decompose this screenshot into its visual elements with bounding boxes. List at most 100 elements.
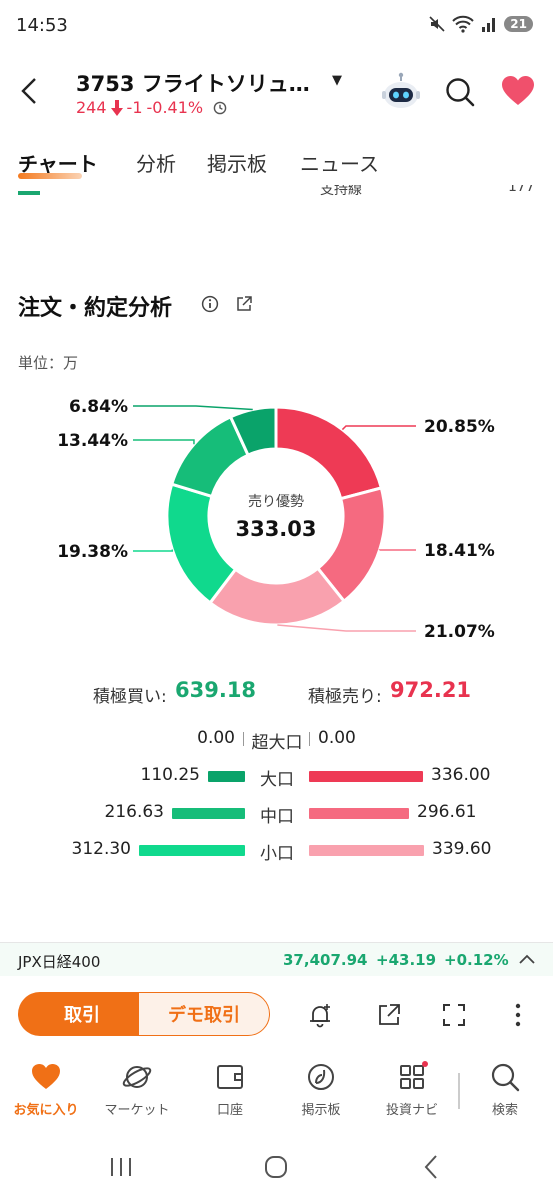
donut-center-label: 売り優勢 <box>248 494 304 510</box>
chevron-left-icon <box>424 1155 437 1179</box>
order-flow-donut-chart: 20.85% 18.41% 21.07% 19.38% 13.44% 6.84% 売り優勢 3… <box>57 397 495 642</box>
flow-zero-tick <box>243 732 244 746</box>
home-button[interactable] <box>259 1152 293 1182</box>
nav-favorites[interactable]: お気に入り <box>0 1061 92 1118</box>
more-vertical-icon <box>515 1003 521 1027</box>
share-icon <box>379 1004 400 1025</box>
grid-icon <box>400 1061 428 1089</box>
index-value: 37,407.94 <box>283 951 368 969</box>
flow-sell-bar <box>309 808 409 819</box>
more-menu-button[interactable] <box>503 1000 533 1030</box>
heart-icon <box>32 1064 60 1089</box>
donut-leader-line <box>341 425 416 431</box>
index-ticker[interactable]: JPX日経400 37,407.94 +43.19 +0.12% <box>0 942 553 976</box>
nav-label: マーケット <box>104 1103 170 1118</box>
donut-slice-label: 21.07% <box>424 622 495 642</box>
donut-slice-sell-0 <box>274 405 384 501</box>
stock-change: -1 <box>126 98 143 117</box>
price-alert-button[interactable] <box>305 1000 335 1030</box>
flow-sell-value: 296.61 <box>417 802 477 822</box>
index-name: JPX日経400 <box>18 953 101 971</box>
favorite-button[interactable] <box>500 74 536 108</box>
flow-size-label: 小口 <box>260 844 294 864</box>
aggressive-summary: 積極買い: 639.18 積極売り: 972.21 <box>0 677 553 709</box>
flow-row: 312.30 小口 339.60 <box>0 836 553 864</box>
aggressive-buy-label: 積極買い: <box>93 687 167 707</box>
search-button[interactable] <box>443 75 477 109</box>
flow-sell-value: 336.00 <box>431 765 491 785</box>
caret-down-icon[interactable]: ▼ <box>332 73 342 88</box>
support-line-label: 支持線 <box>320 185 362 198</box>
chevron-up-icon[interactable] <box>517 950 537 970</box>
flow-row: 216.63 中口 296.61 <box>0 799 553 827</box>
wifi-icon <box>452 15 475 33</box>
share-button[interactable] <box>374 1000 404 1030</box>
flow-buy-value: 0.00 <box>197 728 235 748</box>
flow-buy-value: 110.25 <box>140 765 200 785</box>
search-icon <box>491 1063 520 1092</box>
flow-row: 0.00 超大口 0.00 <box>0 725 553 753</box>
support-line-value: 177 <box>508 185 535 195</box>
battery-icon: 21 <box>504 16 533 32</box>
status-time: 14:53 <box>16 15 68 36</box>
system-back-button[interactable] <box>414 1152 448 1182</box>
mute-icon <box>429 16 445 32</box>
donut-slice-label: 6.84% <box>69 397 128 417</box>
demo-trade-button[interactable]: デモ取引 <box>138 992 270 1036</box>
chevron-left-icon <box>21 78 36 104</box>
arrow-down-icon <box>110 99 123 116</box>
planet-icon <box>122 1066 152 1088</box>
nav-label: 掲示板 <box>301 1103 341 1118</box>
flow-sell-value: 339.60 <box>432 839 492 859</box>
flow-buy-value: 312.30 <box>71 839 131 859</box>
ai-assistant-robot-icon[interactable] <box>381 72 421 112</box>
back-button[interactable] <box>14 74 44 108</box>
tab-analysis[interactable]: 分析 <box>136 148 176 177</box>
unit-label: 単位：万 <box>18 354 79 372</box>
home-icon <box>265 1156 287 1178</box>
flow-size-label: 大口 <box>260 770 294 790</box>
flow-buy-bar <box>172 808 245 819</box>
heart-icon <box>502 76 534 105</box>
signal-icon <box>482 18 496 32</box>
stock-title[interactable]: 3753 フライトソリュ… <box>76 68 310 98</box>
recent-apps-button[interactable] <box>104 1152 138 1182</box>
stock-price: 244 <box>76 98 107 117</box>
nav-label: 口座 <box>216 1103 243 1118</box>
donut-center-value: 333.03 <box>235 517 316 541</box>
status-icons: 21 <box>428 15 533 33</box>
donut-leader-line <box>133 439 195 445</box>
donut-slice-label: 18.41% <box>424 541 495 561</box>
tab-news[interactable]: ニュース <box>300 148 379 177</box>
donut-slice-label: 13.44% <box>57 431 128 451</box>
tab-board[interactable]: 掲示板 <box>207 148 267 177</box>
nav-label: お気に入り <box>13 1103 79 1118</box>
nav-search[interactable]: 検索 <box>459 1061 551 1118</box>
section-tabs: チャート 分析 掲示板 ニュース <box>0 140 553 190</box>
donut-leader-line <box>133 405 253 411</box>
flow-size-label: 超大口 <box>251 733 303 753</box>
nav-label: 検索 <box>491 1103 518 1118</box>
index-change-pct: +0.12% <box>444 951 509 969</box>
donut-slice-buy-3 <box>165 482 238 605</box>
recent-apps-icon <box>111 1158 131 1176</box>
trade-button[interactable]: 取引 <box>18 992 146 1036</box>
share-icon[interactable] <box>235 295 253 313</box>
info-icon[interactable] <box>201 295 219 313</box>
nav-account[interactable]: 口座 <box>184 1061 276 1118</box>
flow-size-label: 中口 <box>260 807 294 827</box>
flow-row: 110.25 大口 336.00 <box>0 762 553 790</box>
nav-board[interactable]: 掲示板 <box>275 1061 367 1118</box>
bottom-navigation: お気に入り マーケット 口座 掲示板 投資ナビ 検索 <box>0 1055 553 1130</box>
stock-header: 3753 フライトソリュ… ▼ 244 -1 -0.41% <box>0 60 553 130</box>
nav-label: 投資ナビ <box>385 1103 438 1118</box>
fullscreen-button[interactable] <box>439 1000 469 1030</box>
nav-invest-navi[interactable]: 投資ナビ <box>366 1061 458 1118</box>
wallet-icon <box>217 1065 243 1089</box>
donut-slice-label: 20.85% <box>424 417 495 437</box>
clock-icon <box>213 101 227 114</box>
nav-market[interactable]: マーケット <box>91 1061 183 1118</box>
section-title: 注文・約定分析 <box>18 296 173 321</box>
board-icon <box>308 1064 334 1090</box>
donut-leader-line <box>133 549 174 552</box>
